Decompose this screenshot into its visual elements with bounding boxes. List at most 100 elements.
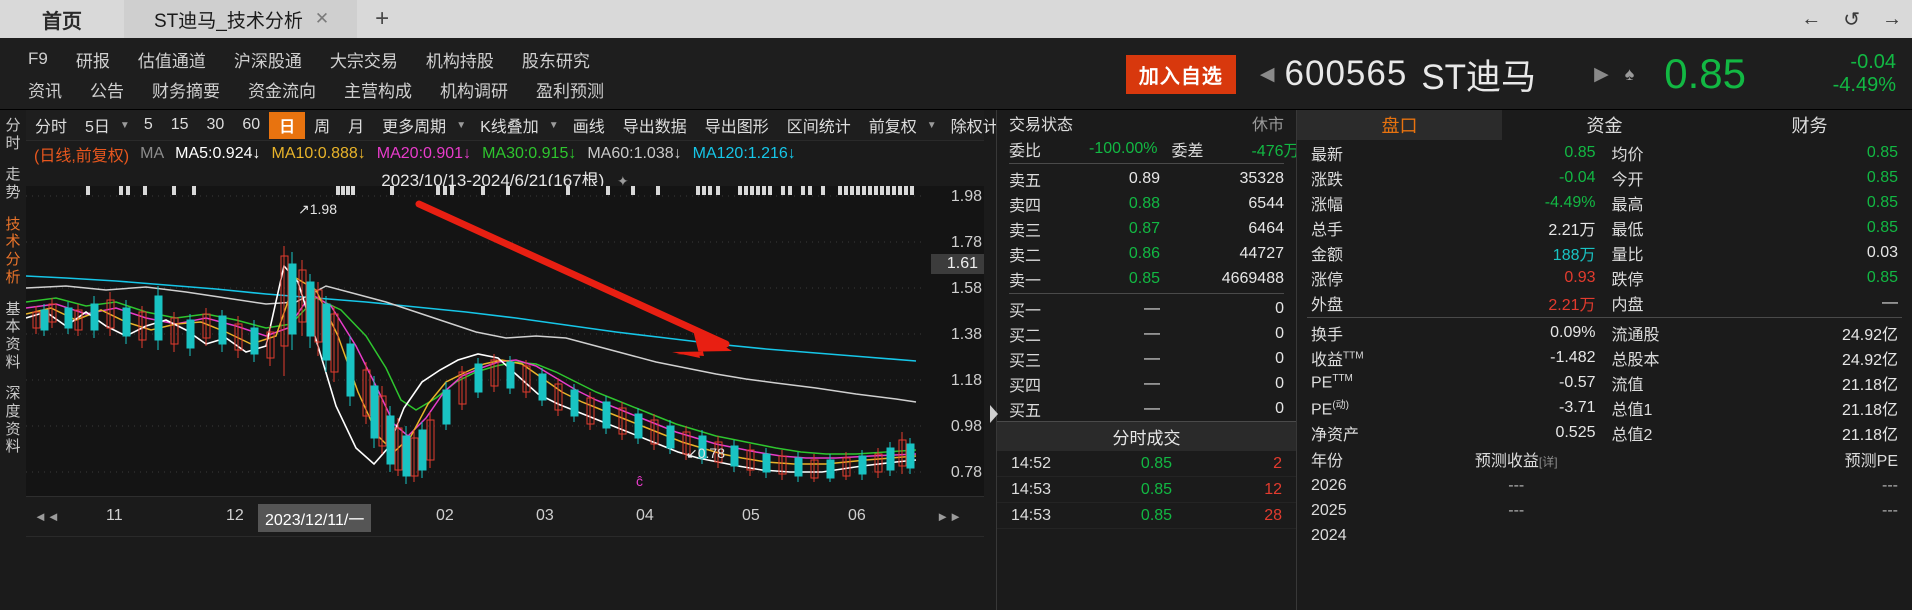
tab-technical-analysis[interactable]: ST迪马_技术分析 ✕ [124,0,358,38]
nav-item-capital-flow[interactable]: 资金流向 [234,77,330,102]
tabbar-nav-controls: ← ↺ → [1801,0,1902,38]
y-tick-5: 0.98 [950,418,982,435]
nav-item-institutional-survey[interactable]: 机构调研 [426,77,522,102]
stat-value-total-value-2: 21.18亿 [1841,426,1898,444]
orderbook-divider-top [1009,163,1284,164]
nav-item-business-composition[interactable]: 主营构成 [330,77,426,102]
chevron-down-icon[interactable]: ▼ [119,120,135,131]
toolbar-15min[interactable]: 15 [162,112,198,139]
toolbar-monthly[interactable]: 月 [339,112,373,139]
nav-item-institutional-holdings[interactable]: 机构持股 [412,47,508,72]
chevron-down-icon-more-periods[interactable]: ▼ [455,120,471,131]
buy-level-5[interactable]: 买五 — 0 [997,396,1296,421]
sidebar-item-technical-analysis[interactable]: 技术分析 [0,209,26,294]
toolbar-60min[interactable]: 60 [233,112,269,139]
sidebar-item-trend[interactable]: 走势 [0,159,26,208]
add-to-watchlist-button[interactable]: 加入自选 [1125,54,1236,94]
sell-level-3[interactable]: 卖三 0.87 6464 [997,216,1296,241]
chart-bottom-indicator-panel[interactable] [26,536,984,610]
tab-orderbook[interactable]: 盘口 [1297,110,1502,140]
buy-level-1[interactable]: 买一 — 0 [997,296,1296,321]
sidebar-item-deep-info[interactable]: 深度资料 [0,378,26,463]
sell-4-label: 卖四 [1009,197,1042,215]
sell-level-5[interactable]: 卖五 0.89 35328 [997,166,1296,191]
panel-collapse-icon[interactable] [990,405,998,423]
forecast-detail-link[interactable]: [详] [1539,455,1558,469]
toolbar-5day[interactable]: 5日 [76,112,119,139]
nav-item-news[interactable]: 资讯 [22,77,76,102]
y-tick-2: 1.58 [950,280,982,297]
toolbar-export-image[interactable]: 导出图形 [696,112,778,139]
stat-label-low: 最低 [1611,221,1644,239]
toolbar-daily[interactable]: 日 [269,111,306,139]
stat-label-pe-dynamic: PE(动) [1311,399,1350,419]
nav-item-earnings-forecast[interactable]: 盈利预测 [522,77,618,102]
tab-financials[interactable]: 财务 [1707,110,1912,140]
chevron-down-icon-overlay[interactable]: ▼ [548,120,564,131]
tick-row[interactable]: 14:52 0.85 2 [997,451,1296,477]
scroll-right-icon[interactable]: ►► [936,509,962,524]
price-change-block: -0.04 -4.49% [1776,51,1896,97]
stat-label-limit-down: 跌停 [1611,271,1644,289]
annotation-downtrend-arrow [415,200,732,358]
toolbar-more-periods[interactable]: 更多周期 [373,112,455,139]
sell-level-4[interactable]: 卖四 0.88 6544 [997,191,1296,216]
new-tab-button[interactable]: + [357,0,407,38]
buy-level-4[interactable]: 买四 — 0 [997,371,1296,396]
tick-row[interactable]: 14:53 0.85 12 [997,477,1296,503]
tab-home-label: 首页 [42,10,82,33]
trading-status-label: 交易状态 [1009,117,1074,134]
back-icon[interactable]: ← [1801,8,1821,31]
prev-stock-icon[interactable]: ◀ [1250,63,1285,86]
tab-capital[interactable]: 资金 [1502,110,1707,140]
sidebar-item-intraday[interactable]: 分时 [0,110,26,159]
stat-label-total-value-2: 总值2 [1611,426,1653,444]
nav-item-blocktrade[interactable]: 大宗交易 [316,47,412,72]
toolbar-30min[interactable]: 30 [198,112,234,139]
scroll-left-icon[interactable]: ◄◄ [34,509,60,524]
refresh-icon[interactable]: ↺ [1843,7,1860,32]
buy-level-2[interactable]: 买二 — 0 [997,321,1296,346]
nav-item-shareholder-research[interactable]: 股东研究 [508,47,604,72]
sidebar-item-basic-info[interactable]: 基本资料 [0,294,26,379]
stat-label-open: 今开 [1611,171,1644,189]
kline-chart-svg: ↗1.98 ↙0.78 ĉ [25,186,926,489]
toolbar-range-stats[interactable]: 区间统计 [778,112,860,139]
toolbar-intraday[interactable]: 分时 [26,112,76,139]
nav-item-research[interactable]: 研报 [62,47,124,72]
order-book-panel: 交易状态 休市 委比 -100.00% 委差 -476万 卖五 0.89 353… [990,110,1300,610]
sell-level-1[interactable]: 卖一 0.85 4669488 [997,266,1296,291]
trading-status-value: 休市 [1251,117,1284,134]
nav-item-f9[interactable]: F9 [22,49,62,69]
forecast-table-header: 年份 预测收益[详] 预测PE [1297,445,1912,473]
chevron-down-icon-adjust[interactable]: ▼ [926,120,942,131]
y-axis-highlight-price: 1.61 [930,254,984,274]
toolbar-forward-adjusted[interactable]: 前复权 [860,112,926,139]
toolbar-draw-line[interactable]: 画线 [564,112,614,139]
nav-item-stockconnect[interactable]: 沪深股通 [220,47,316,72]
stat-label-avg-price: 均价 [1611,146,1644,164]
y-tick-1: 1.78 [950,234,982,251]
buy-level-3[interactable]: 买三 — 0 [997,346,1296,371]
nav-item-valuation[interactable]: 估值通道 [124,47,220,72]
toolbar-5min[interactable]: 5 [135,112,162,139]
alert-bell-icon[interactable]: ♠ [1619,64,1649,85]
sell-3-label: 卖三 [1009,222,1042,240]
kline-chart[interactable]: ↗1.98 ↙0.78 ĉ [25,186,984,496]
close-icon[interactable]: ✕ [313,9,331,29]
toolbar-kline-overlay[interactable]: K线叠加 [471,112,548,139]
commission-ratio-row: 委比 -100.00% 委差 -476万 [997,136,1300,161]
tick-row[interactable]: 14:53 0.85 28 [997,503,1296,529]
forward-icon[interactable]: → [1882,8,1902,31]
toolbar-export-data[interactable]: 导出数据 [614,112,696,139]
toolbar-weekly[interactable]: 周 [305,112,339,139]
tab-home[interactable]: 首页 [0,0,124,38]
nav-item-financial-summary[interactable]: 财务摘要 [138,77,234,102]
ma60-legend: MA60:1.038↓ [587,145,682,162]
tick-volume: 2 [1273,454,1282,472]
sell-level-2[interactable]: 卖二 0.86 44727 [997,241,1296,266]
stock-stats-panel: 盘口 资金 财务 最新 0.85 均价 0.85 涨跌 -0.04 今开 0.8… [1296,110,1912,610]
forecast-row: 2025 --- --- [1297,498,1912,523]
next-stock-icon[interactable]: ▶ [1584,63,1619,86]
nav-item-announcement[interactable]: 公告 [76,77,138,102]
